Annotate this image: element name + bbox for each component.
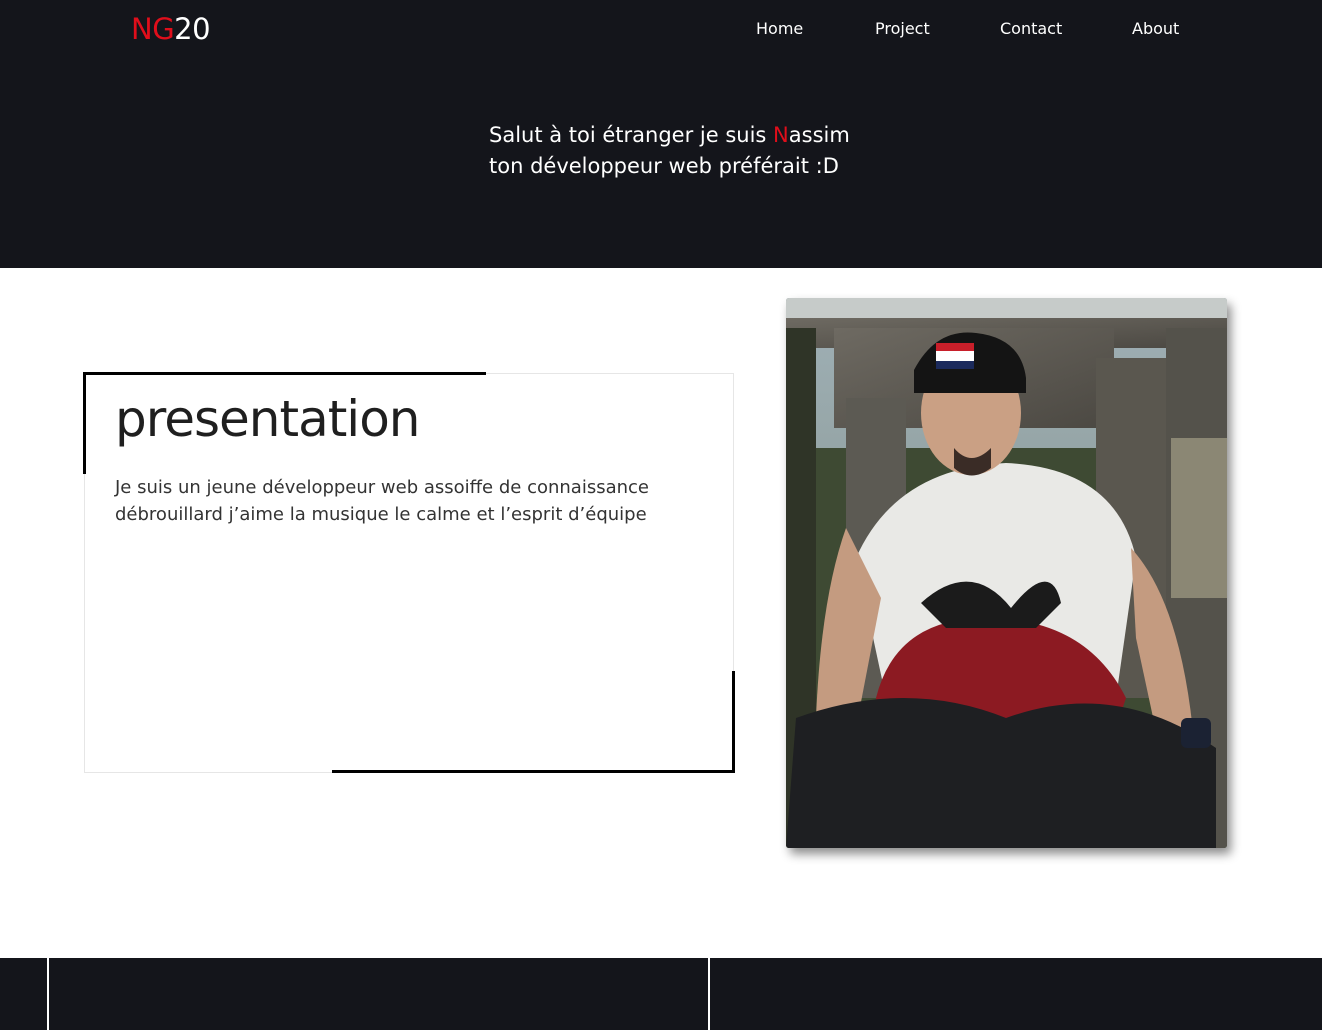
nav-project[interactable]: Project xyxy=(875,19,930,38)
card-corner-bottom-border xyxy=(332,770,735,773)
card-corner-top-border xyxy=(83,372,486,375)
footer-divider-middle xyxy=(708,958,710,1030)
nav-contact[interactable]: Contact xyxy=(1000,19,1062,38)
card-corner-left-border xyxy=(83,372,86,474)
footer-section xyxy=(0,958,1322,1030)
hero-greeting: Salut à toi étranger je suis Nassim ton … xyxy=(489,120,850,182)
presentation-text-line-2: débrouillard j’aime la musique le calme … xyxy=(115,504,647,525)
portrait-photo-icon xyxy=(786,298,1227,848)
nav-home[interactable]: Home xyxy=(756,19,803,38)
presentation-title: presentation xyxy=(115,390,420,448)
card-corner-right-border xyxy=(732,671,735,773)
presentation-text: Je suis un jeune développeur web assoiff… xyxy=(115,474,715,528)
nav-about[interactable]: About xyxy=(1132,19,1179,38)
footer-divider-left xyxy=(47,958,49,1030)
greeting-line-1: Salut à toi étranger je suis Nassim xyxy=(489,123,850,147)
profile-photo xyxy=(786,298,1227,848)
greeting-line-2: ton développeur web préférait :D xyxy=(489,154,839,178)
presentation-text-line-1: Je suis un jeune développeur web assoiff… xyxy=(115,477,649,498)
main-nav: Home Project Contact About xyxy=(0,19,1322,41)
hero-section: NG20 Home Project Contact About Salut à … xyxy=(0,0,1322,268)
